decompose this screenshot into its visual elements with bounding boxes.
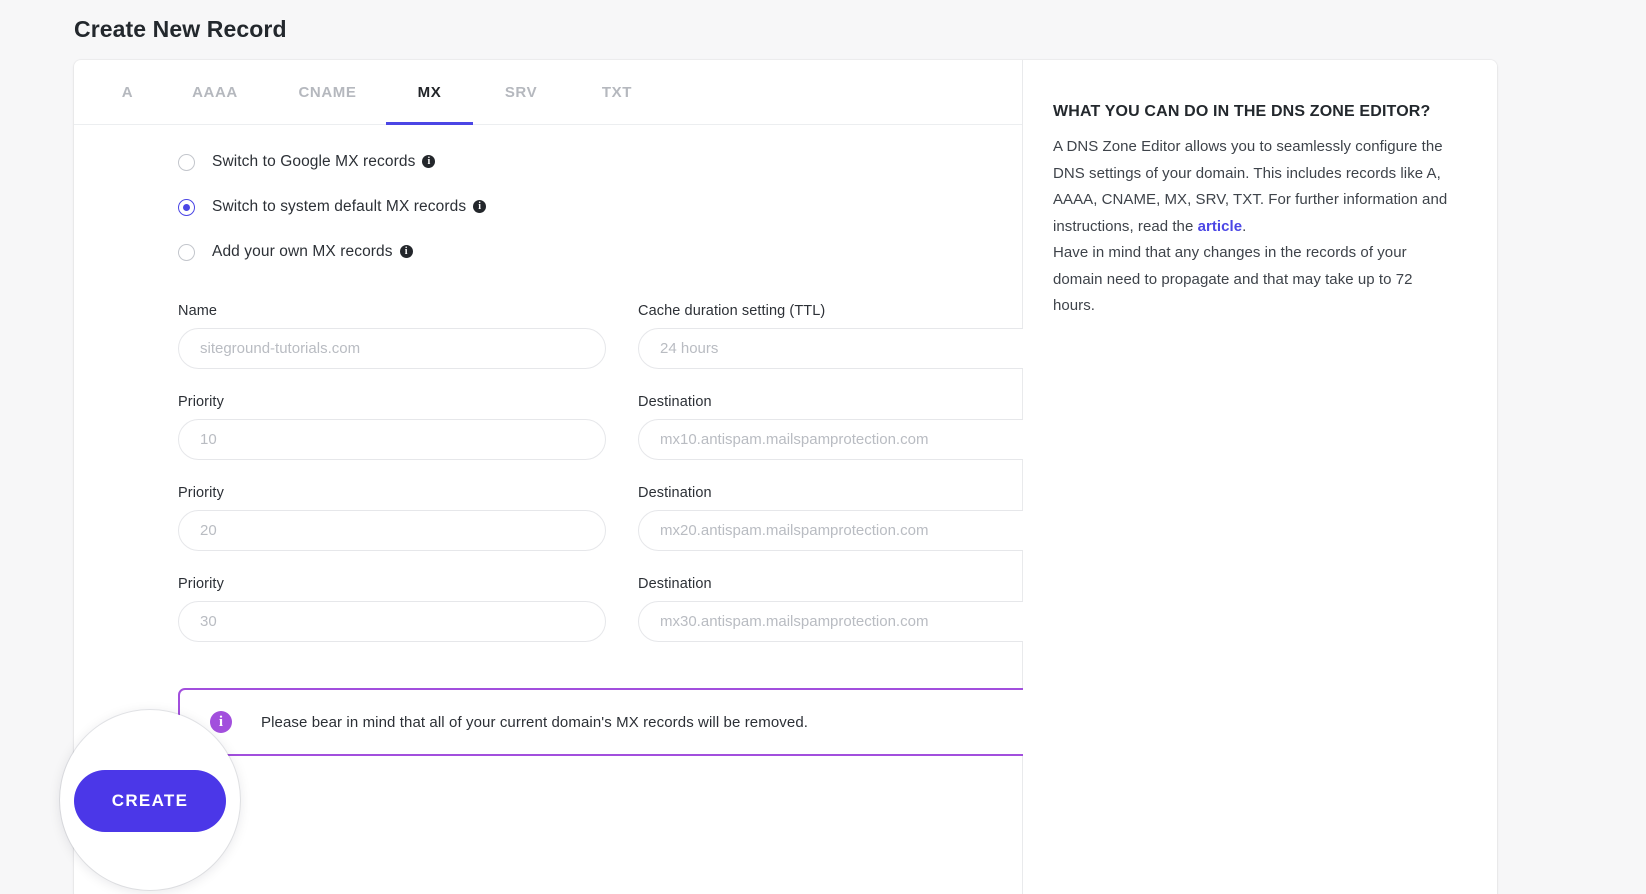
create-button[interactable]: CREATE <box>74 770 226 832</box>
field-priority-3: Priority <box>178 576 606 642</box>
info-icon-google-mx[interactable]: i <box>422 155 436 168</box>
record-type-tabs: A AAAA CNAME MX SRV TXT <box>74 60 1022 125</box>
name-input[interactable] <box>178 328 606 369</box>
radio-option-system-default-mx[interactable]: Switch to system default MX records i <box>178 190 487 224</box>
alert-message: Please bear in mind that all of your cur… <box>261 713 809 731</box>
field-label-priority-3: Priority <box>178 576 224 592</box>
field-label-destination-1: Destination <box>638 394 712 410</box>
field-priority-1: Priority <box>178 394 606 460</box>
help-panel: WHAT YOU CAN DO IN THE DNS ZONE EDITOR? … <box>1023 60 1497 894</box>
article-link[interactable]: article <box>1198 218 1243 235</box>
ttl-select[interactable] <box>638 328 1065 369</box>
tab-txt-label: TXT <box>601 83 633 101</box>
info-icon-own-mx[interactable]: i <box>399 245 413 258</box>
form-row-mx-2: Priority Destination <box>178 485 1065 551</box>
field-destination-1: Destination <box>638 394 1065 460</box>
tab-cname[interactable]: CNAME <box>269 60 386 125</box>
radio-button-system-default-mx[interactable] <box>178 198 195 216</box>
radio-option-own-mx[interactable]: Add your own MX records i <box>178 235 486 269</box>
field-destination-2: Destination <box>638 485 1065 551</box>
field-label-priority-1: Priority <box>178 394 224 410</box>
field-label-priority-2: Priority <box>178 485 224 501</box>
field-name: Name <box>178 303 606 369</box>
radio-button-google-mx[interactable] <box>178 153 195 171</box>
record-form-panel: A AAAA CNAME MX SRV TXT Switch to Google… <box>74 60 1065 894</box>
destination-input-3[interactable] <box>638 601 1065 642</box>
form-row-mx-1: Priority Destination <box>178 394 1065 460</box>
help-paragraph-2: Have in mind that any changes in the rec… <box>1053 244 1413 314</box>
tab-a[interactable]: A <box>94 60 161 125</box>
tab-mx-label: MX <box>417 83 442 101</box>
dns-zone-editor-page: Create New Record A AAAA CNAME MX SRV TX… <box>0 0 1646 894</box>
info-icon-system-default-mx[interactable]: i <box>473 200 487 213</box>
ttl-select-wrapper[interactable] <box>638 328 1065 369</box>
help-paragraph-1b: . <box>1242 217 1247 235</box>
mx-mode-radio-group: Switch to Google MX records i Switch to s… <box>178 145 487 280</box>
field-priority-2: Priority <box>178 485 606 551</box>
field-label-destination-3: Destination <box>638 576 712 592</box>
tab-aaaa-label: AAAA <box>192 83 238 101</box>
priority-input-3[interactable] <box>178 601 606 642</box>
mx-removal-warning-alert: i Please bear in mind that all of your c… <box>178 688 1065 756</box>
help-panel-body: A DNS Zone Editor allows you to seamless… <box>1053 134 1453 320</box>
tab-srv-label: SRV <box>504 83 538 101</box>
field-destination-3: Destination <box>638 576 1065 642</box>
tab-txt[interactable]: TXT <box>569 60 665 125</box>
field-label-ttl: Cache duration setting (TTL) <box>638 303 826 319</box>
destination-input-2[interactable] <box>638 510 1065 551</box>
radio-label-system-default-mx: Switch to system default MX records i <box>212 198 487 216</box>
form-row-name-ttl: Name Cache duration setting (TTL) <box>178 303 1065 369</box>
form-row-mx-3: Priority Destination <box>178 576 1065 642</box>
tab-srv[interactable]: SRV <box>473 60 569 125</box>
help-paragraph-1a: A DNS Zone Editor allows you to seamless… <box>1053 138 1448 235</box>
radio-label-own-mx: Add your own MX records i <box>212 243 413 261</box>
tab-mx[interactable]: MX <box>386 60 473 125</box>
create-record-card: A AAAA CNAME MX SRV TXT Switch to Google… <box>74 60 1497 894</box>
mx-record-form: Name Cache duration setting (TTL) <box>178 303 1065 667</box>
page-title: Create New Record <box>74 16 287 42</box>
tab-aaaa[interactable]: AAAA <box>161 60 269 125</box>
field-ttl: Cache duration setting (TTL) <box>638 303 1065 369</box>
radio-label-google-mx: Switch to Google MX records i <box>212 153 436 171</box>
radio-option-google-mx[interactable]: Switch to Google MX records i <box>178 145 486 179</box>
priority-input-1[interactable] <box>178 419 606 460</box>
help-panel-content: WHAT YOU CAN DO IN THE DNS ZONE EDITOR? … <box>1053 103 1453 320</box>
radio-button-own-mx[interactable] <box>178 243 195 261</box>
tab-cname-label: CNAME <box>298 83 357 101</box>
help-panel-title: WHAT YOU CAN DO IN THE DNS ZONE EDITOR? <box>1053 103 1431 120</box>
field-label-name: Name <box>178 303 218 319</box>
info-icon-alert: i <box>210 711 232 733</box>
priority-input-2[interactable] <box>178 510 606 551</box>
tab-a-label: A <box>121 83 134 101</box>
field-label-destination-2: Destination <box>638 485 712 501</box>
destination-input-1[interactable] <box>638 419 1065 460</box>
